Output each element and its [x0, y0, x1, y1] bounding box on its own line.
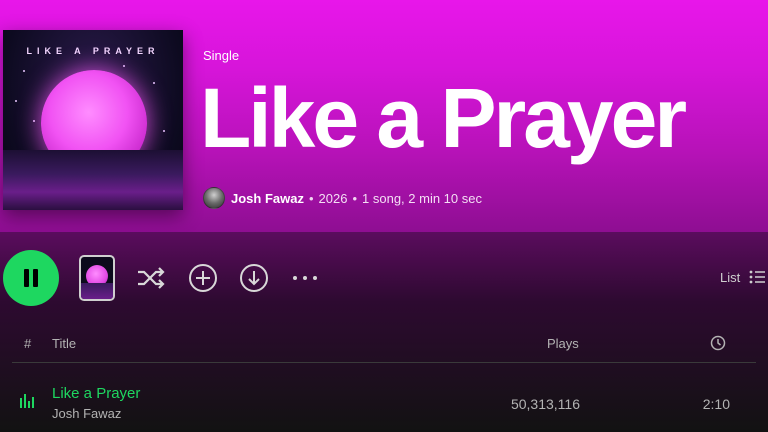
meta-separator: •: [308, 190, 314, 206]
album-title: Like a Prayer: [200, 71, 687, 165]
meta-separator: •: [352, 190, 358, 206]
track-title[interactable]: Like a Prayer: [52, 385, 140, 402]
download-button[interactable]: [238, 262, 270, 294]
table-row[interactable]: Like a Prayer Josh Fawaz 50,313,116 2:10: [0, 376, 768, 426]
more-options-button[interactable]: [289, 262, 321, 294]
track-plays: 50,313,116: [510, 396, 580, 412]
view-mode-label[interactable]: List: [720, 270, 740, 285]
artist-avatar[interactable]: [203, 187, 225, 209]
more-icon: [293, 276, 317, 280]
clock-icon: [710, 335, 726, 351]
album-header: LIKE A PRAYER Single Like a Prayer Josh …: [0, 0, 768, 232]
album-summary: 1 song, 2 min 10 sec: [362, 190, 482, 206]
column-header-index: #: [24, 336, 32, 351]
column-header-title: Title: [52, 336, 77, 351]
add-icon: [189, 264, 217, 292]
equalizer-icon: [20, 394, 36, 408]
list-icon[interactable]: [748, 268, 766, 286]
track-duration: 2:10: [702, 396, 730, 412]
album-page: LIKE A PRAYER Single Like a Prayer Josh …: [0, 0, 768, 432]
sea-artwork: [3, 150, 183, 210]
add-to-library-button[interactable]: [187, 262, 219, 294]
download-icon: [240, 264, 268, 292]
release-year: 2026: [318, 190, 348, 206]
shuffle-icon: [138, 267, 165, 289]
pause-button[interactable]: [3, 250, 59, 306]
album-meta: Josh Fawaz • 2026 • 1 song, 2 min 10 sec: [203, 186, 482, 210]
album-cover: LIKE A PRAYER: [3, 30, 183, 210]
column-header-plays: Plays: [547, 336, 579, 351]
shuffle-button[interactable]: [135, 262, 167, 294]
cover-title: LIKE A PRAYER: [26, 46, 160, 56]
release-type: Single: [203, 48, 240, 63]
track-artist[interactable]: Josh Fawaz: [52, 406, 121, 421]
mini-cover-thumbnail[interactable]: [79, 255, 115, 301]
pause-icon: [24, 269, 29, 287]
artist-link[interactable]: Josh Fawaz: [231, 191, 304, 206]
table-divider: [12, 362, 756, 363]
